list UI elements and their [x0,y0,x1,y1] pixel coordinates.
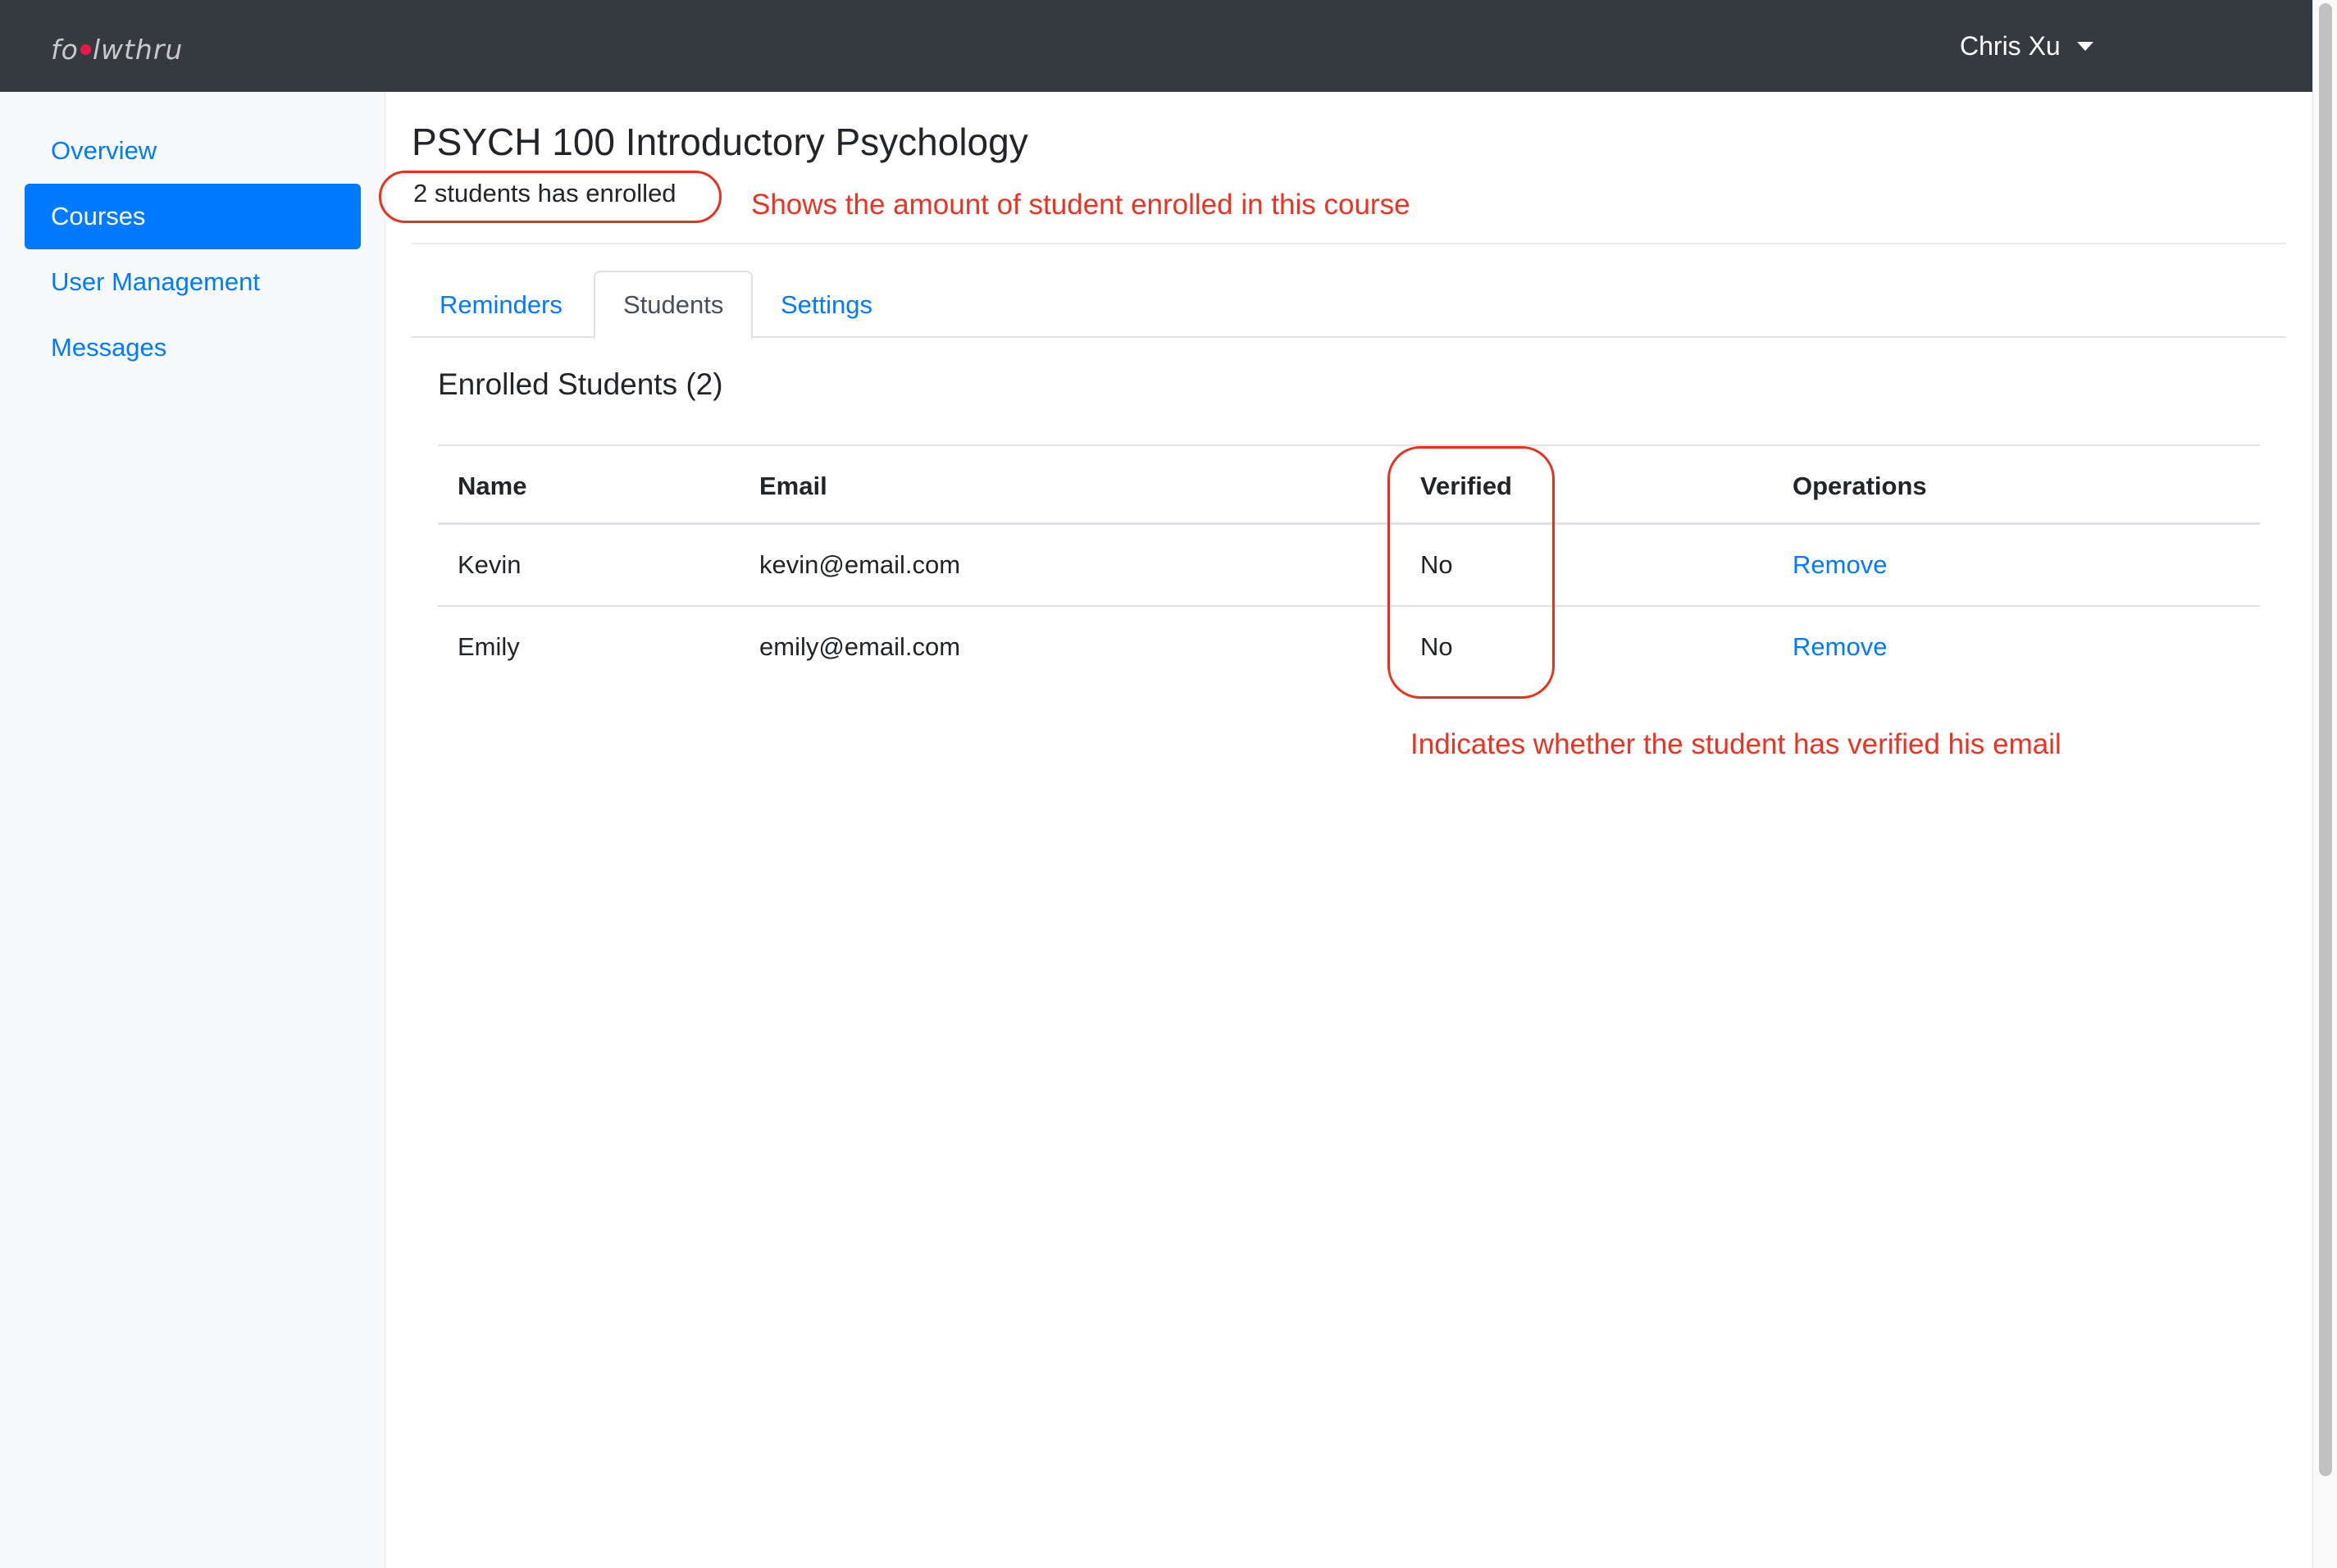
column-header-name: Name [458,472,527,500]
course-tabs: Reminders Students Settings [412,271,2286,340]
caret-down-icon [2076,41,2093,51]
header-divider [412,243,2286,244]
scrollbar-thumb[interactable] [2319,3,2332,1476]
sidebar-item-courses[interactable]: Courses [25,184,361,249]
column-header-operations: Operations [1793,472,1927,500]
annotation-enrollment-note: Shows the amount of student enrolled in … [751,189,1410,221]
student-email: kevin@email.com [759,550,961,579]
sidebar-item-overview[interactable]: Overview [25,118,361,184]
annotation-highlight-enrollment [379,171,722,223]
column-header-email: Email [759,472,827,500]
page-scrollbar[interactable] [2312,0,2337,1568]
tab-students[interactable]: Students [594,271,754,340]
logo-dot-icon [80,43,91,55]
remove-student-link[interactable]: Remove [1793,607,1887,687]
table-row: Kevin kevin@email.com No Remove [438,525,2260,605]
sidebar: Overview Courses User Management Message… [0,92,385,1568]
table-header-row: Name Email Verified Operations [438,444,2260,525]
page-title: PSYCH 100 Introductory Psychology [412,121,1028,163]
annotation-verified-note: Indicates whether the student has verifi… [1410,728,2061,760]
tab-settings[interactable]: Settings [753,271,900,340]
student-email: emily@email.com [759,632,961,661]
user-menu-dropdown[interactable]: Chris Xu [1960,28,2093,64]
main-content: PSYCH 100 Introductory Psychology 2 stud… [379,92,2312,1568]
student-name: Kevin [458,550,522,579]
annotation-highlight-verified [1387,446,1555,699]
section-title: Enrolled Students (2) [438,367,723,401]
user-name: Chris Xu [1960,30,2061,61]
sidebar-item-messages[interactable]: Messages [25,315,361,381]
student-name: Emily [458,632,520,661]
table-row: Emily emily@email.com No Remove [438,605,2260,686]
top-navbar: fo lwthru Chris Xu [0,0,2312,92]
students-table: Name Email Verified Operations Kevin kev… [438,444,2260,686]
tab-reminders[interactable]: Reminders [412,271,590,340]
sidebar-item-user-management[interactable]: User Management [25,249,361,315]
app-logo[interactable]: fo lwthru [51,33,183,66]
remove-student-link[interactable]: Remove [1793,525,1887,605]
